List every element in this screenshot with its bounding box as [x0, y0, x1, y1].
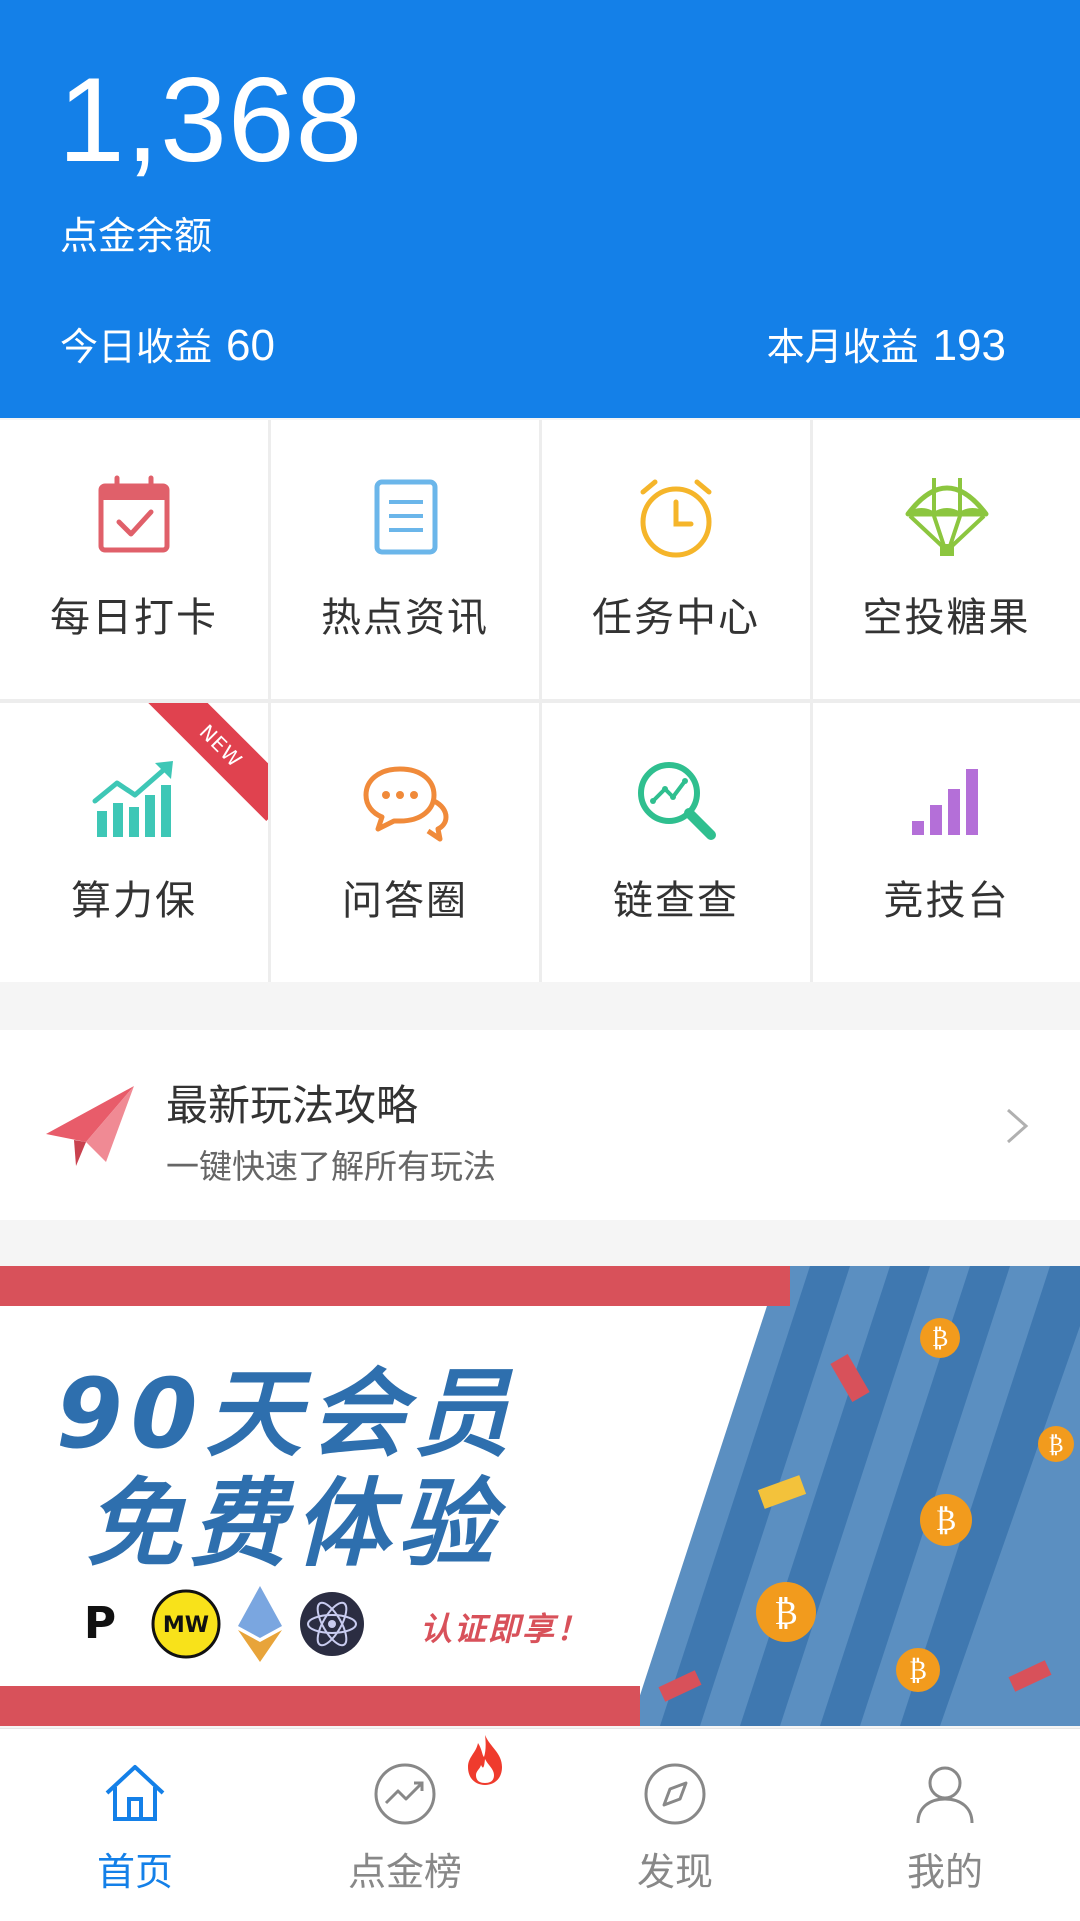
- compass-icon: [644, 1763, 706, 1825]
- grid-item-label: 算力保: [71, 878, 197, 924]
- tab-ranking[interactable]: 点金榜: [270, 1729, 540, 1921]
- promo-cta: 认证即享！: [420, 1610, 591, 1648]
- tab-label: 点金榜: [347, 1850, 462, 1894]
- home-icon: [105, 1765, 165, 1821]
- crypto-logos: P MW: [72, 1586, 364, 1662]
- balance-label: 点金余额: [60, 214, 213, 258]
- svg-text:₿: ₿: [1048, 1433, 1063, 1458]
- user-icon: [916, 1766, 974, 1824]
- grid-item-daily-checkin[interactable]: 每日打卡: [0, 420, 268, 699]
- bottom-nav: 首页 点金榜 发现 我的: [0, 1728, 1080, 1921]
- trend-chart-icon: [92, 761, 173, 837]
- month-earnings-label: 本月收益: [766, 325, 919, 369]
- tab-home[interactable]: 首页: [0, 1729, 270, 1921]
- paper-plane-icon: [46, 1086, 134, 1166]
- grid-item-label: 链查查: [613, 878, 739, 924]
- parachute-icon: [905, 478, 988, 556]
- svg-text:MW: MW: [163, 1613, 209, 1638]
- grid-item-label: 竞技台: [883, 878, 1010, 924]
- balance-header: 1,368 点金余额 今日收益 60 本月收益 193: [0, 0, 1080, 418]
- membership-promo-banner[interactable]: ₿ ₿ ₿ ₿ ₿ P MW 90天会员 免费体验 认证即享！: [0, 1266, 1080, 1726]
- svg-text:₿: ₿: [909, 1656, 927, 1686]
- today-earnings-label: 今日收益: [60, 325, 213, 369]
- svg-text:P: P: [84, 1598, 116, 1649]
- grid-item-label: 空投糖果: [862, 595, 1031, 641]
- svg-text:₿: ₿: [936, 1503, 957, 1538]
- bar-chart-icon: [911, 769, 978, 835]
- grid-item-hashpower[interactable]: NEW 算力保: [0, 703, 268, 982]
- grid-item-arena[interactable]: 竞技台: [813, 703, 1080, 982]
- grid-item-label: 问答圈: [342, 878, 468, 924]
- grid-item-label: 热点资讯: [321, 595, 489, 641]
- guide-subtitle: 一键快速了解所有玩法: [166, 1147, 496, 1186]
- today-earnings-value: 60: [226, 321, 275, 370]
- promo-headline-2: 免费体验: [86, 1468, 502, 1580]
- trending-icon: [374, 1763, 436, 1825]
- grid-item-airdrop[interactable]: 空投糖果: [813, 420, 1080, 699]
- chat-bubbles-icon: [363, 766, 449, 842]
- promo-bottom-stripe: [0, 1686, 640, 1726]
- svg-text:₿: ₿: [774, 1593, 798, 1633]
- grid-item-chain-query[interactable]: 链查查: [542, 703, 810, 982]
- alarm-clock-icon: [640, 479, 712, 558]
- search-chart-icon: [638, 762, 716, 840]
- tab-label: 首页: [96, 1850, 173, 1894]
- grid-item-hot-news[interactable]: 热点资讯: [271, 420, 539, 699]
- document-icon: [374, 479, 438, 555]
- grid-item-label: 任务中心: [592, 595, 760, 641]
- promo-top-stripe: [0, 1266, 790, 1306]
- month-earnings-value: 193: [932, 321, 1006, 370]
- grid-item-label: 每日打卡: [50, 595, 218, 641]
- month-earnings: 本月收益 193: [767, 316, 1006, 371]
- grid-item-qa-circle[interactable]: 问答圈: [271, 703, 539, 982]
- calendar-check-icon: [98, 475, 170, 553]
- tab-profile[interactable]: 我的: [810, 1729, 1080, 1921]
- today-earnings: 今日收益 60: [60, 316, 275, 371]
- chevron-right-icon: [1007, 1108, 1029, 1144]
- strategy-guide-banner[interactable]: 最新玩法攻略 一键快速了解所有玩法: [0, 1030, 1080, 1220]
- tab-label: 发现: [636, 1850, 713, 1894]
- fire-icon: [468, 1735, 502, 1785]
- feature-grid: 每日打卡 热点资讯 任务中心 空投糖果 NEW 算力保 问答圈 链查查 竞技台: [0, 420, 1080, 982]
- grid-item-task-center[interactable]: 任务中心: [542, 420, 810, 699]
- svg-text:₿: ₿: [932, 1324, 949, 1352]
- guide-title: 最新玩法攻略: [166, 1081, 419, 1130]
- tab-discover[interactable]: 发现: [540, 1729, 810, 1921]
- balance-value: 1,368: [58, 53, 364, 187]
- tab-label: 我的: [906, 1850, 983, 1894]
